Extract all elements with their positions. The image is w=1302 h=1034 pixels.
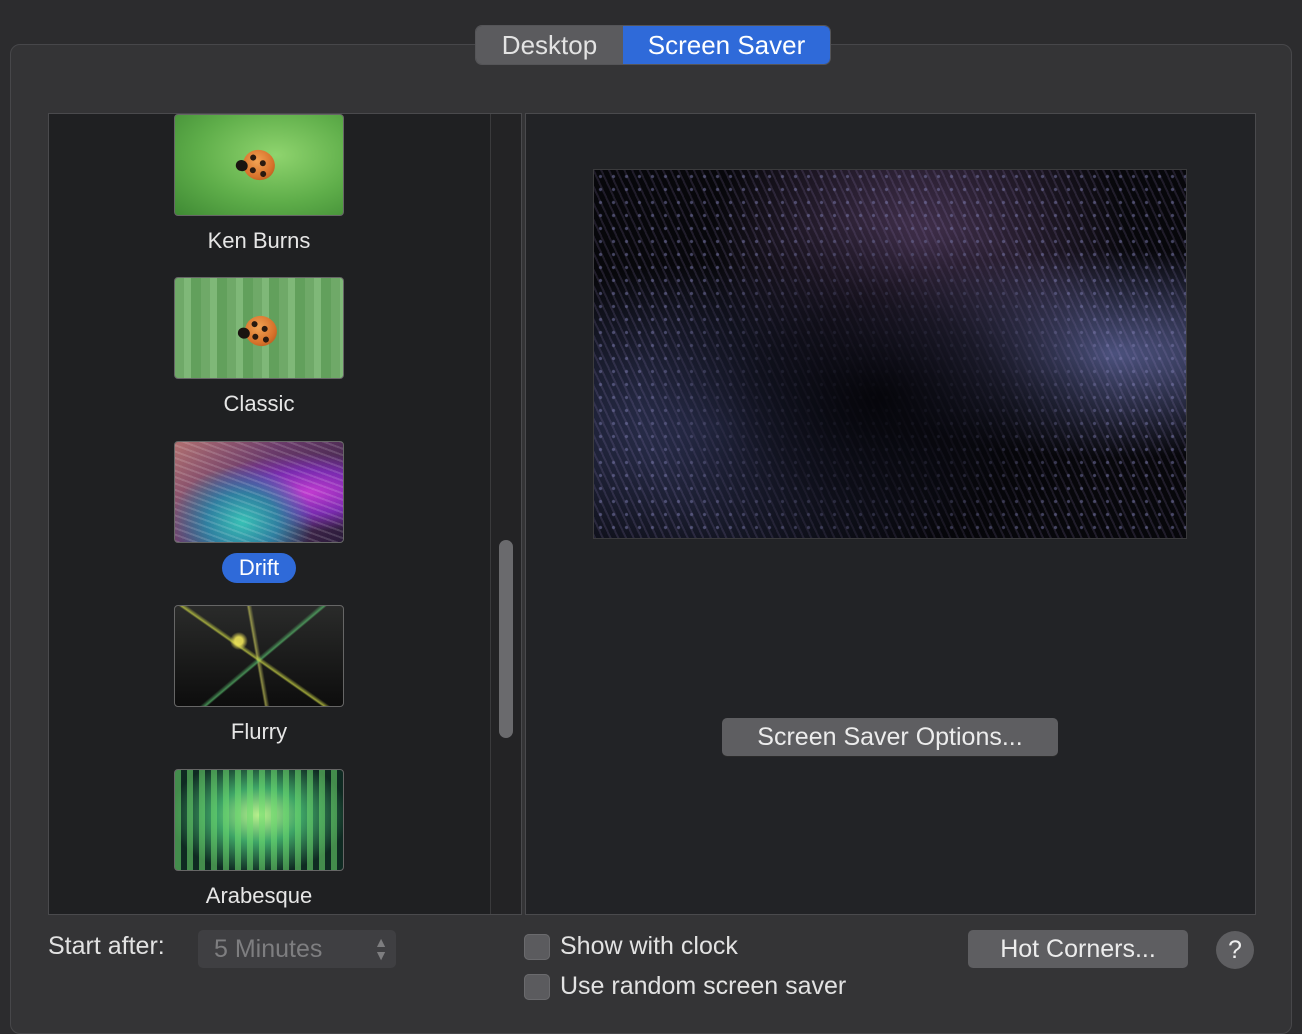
random-saver-option[interactable]: Use random screen saver <box>524 972 846 1001</box>
preview-panel: Screen Saver Options... <box>525 113 1256 915</box>
saver-item-ken-burns[interactable]: Ken Burns <box>173 114 345 256</box>
hot-corners-button[interactable]: Hot Corners... <box>968 930 1188 968</box>
classic-thumbnail <box>174 277 344 379</box>
up-down-chevron-icon: ▲ ▼ <box>374 934 388 963</box>
show-with-clock-checkbox[interactable] <box>524 933 550 960</box>
show-with-clock-option[interactable]: Show with clock <box>524 932 738 961</box>
screen-saver-options-button[interactable]: Screen Saver Options... <box>722 718 1058 756</box>
start-after-select[interactable]: 5 Minutes ▲ ▼ <box>198 930 396 968</box>
drift-thumbnail <box>174 441 344 543</box>
random-saver-checkbox[interactable] <box>524 973 550 1000</box>
help-button[interactable]: ? <box>1216 931 1254 969</box>
start-after-value: 5 Minutes <box>214 934 323 963</box>
tab-bar: Desktop Screen Saver <box>476 26 830 64</box>
saver-item-arabesque[interactable]: Arabesque <box>173 769 345 911</box>
saver-label: Flurry <box>230 719 288 744</box>
scrollbar-thumb[interactable] <box>499 540 513 738</box>
ladybug-icon <box>241 312 281 350</box>
screen-saver-preview <box>593 169 1187 539</box>
saver-item-flurry[interactable]: Flurry <box>173 605 345 747</box>
show-with-clock-label: Show with clock <box>560 932 738 960</box>
ladybug-icon <box>238 145 280 185</box>
list-scrollbar[interactable] <box>490 114 521 914</box>
screen-saver-list[interactable]: Ken Burns Classic Drift Flurry Arabesque <box>48 113 522 915</box>
start-after-label: Start after: <box>48 932 165 960</box>
tab-desktop[interactable]: Desktop <box>476 26 623 64</box>
tab-screen-saver[interactable]: Screen Saver <box>623 26 830 64</box>
flurry-thumbnail <box>174 605 344 707</box>
arabesque-thumbnail <box>174 769 344 871</box>
saver-label-selected: Drift <box>221 553 297 583</box>
saver-label: Ken Burns <box>207 228 311 253</box>
saver-item-drift[interactable]: Drift <box>173 441 345 583</box>
ken-burns-thumbnail <box>174 114 344 216</box>
saver-item-classic[interactable]: Classic <box>173 277 345 419</box>
saver-label: Classic <box>223 391 295 416</box>
random-saver-label: Use random screen saver <box>560 972 847 1000</box>
saver-label: Arabesque <box>205 883 313 908</box>
